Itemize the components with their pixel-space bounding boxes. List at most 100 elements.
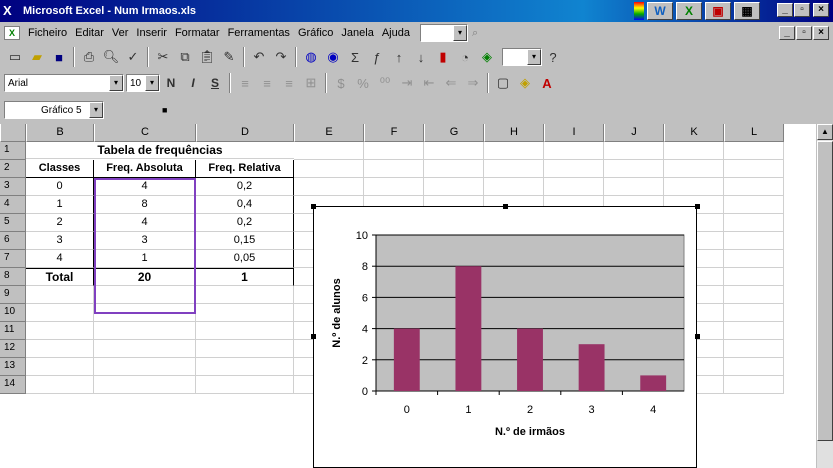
scroll-up-arrow[interactable]: ▲ <box>817 124 833 140</box>
table-cell[interactable]: 4 <box>94 214 196 232</box>
grid-cell[interactable] <box>94 286 196 304</box>
grid-cell[interactable] <box>26 358 94 376</box>
grid-cell[interactable] <box>724 268 784 286</box>
table-cell[interactable]: Total <box>26 268 94 286</box>
grid-cell[interactable] <box>664 160 724 178</box>
grid-cell[interactable] <box>196 286 294 304</box>
row-header[interactable]: 8 <box>0 268 26 286</box>
scroll-thumb[interactable] <box>817 141 833 441</box>
table-cell[interactable]: 3 <box>94 232 196 250</box>
format-painter-icon[interactable]: ✎ <box>218 46 240 68</box>
grid-cell[interactable] <box>26 376 94 394</box>
grid-cell[interactable] <box>196 322 294 340</box>
table-cell[interactable]: 1 <box>94 250 196 268</box>
copy-icon[interactable]: ⧉ <box>174 46 196 68</box>
grid-cell[interactable] <box>484 142 544 160</box>
grid-cell[interactable] <box>664 178 724 196</box>
chart-wizard-icon[interactable]: ▮ <box>432 46 454 68</box>
column-header[interactable]: I <box>544 124 604 142</box>
currency-icon[interactable]: $ <box>330 72 352 94</box>
thousands-icon[interactable]: ⁰⁰ <box>374 72 396 94</box>
menu-janela[interactable]: Janela <box>337 27 377 39</box>
chart-object[interactable]: 0 2 4 6 8 10 0 1 2 3 4 N.º de irmãos N.º de alunos <box>313 206 697 468</box>
bold-button[interactable]: N <box>160 72 182 94</box>
font-size-select[interactable]: 10 ▾ <box>126 74 160 92</box>
select-all-corner[interactable] <box>0 124 26 142</box>
menu-ficheiro[interactable]: Ficheiro <box>24 27 71 39</box>
grid-cell[interactable] <box>364 178 424 196</box>
grid-cell[interactable] <box>724 376 784 394</box>
align-left-icon[interactable]: ≡ <box>234 72 256 94</box>
row-header[interactable]: 13 <box>0 358 26 376</box>
decrease-decimal-icon[interactable]: ⇤ <box>418 72 440 94</box>
grid-cell[interactable] <box>294 142 364 160</box>
table-cell[interactable]: Freq. Relativa <box>196 160 294 178</box>
access-icon[interactable]: ▦ <box>734 2 760 20</box>
search-icon[interactable]: ⌕ <box>472 27 478 40</box>
table-cell[interactable]: 20 <box>94 268 196 286</box>
table-cell[interactable]: 2 <box>26 214 94 232</box>
table-cell[interactable]: 4 <box>94 178 196 196</box>
row-header[interactable]: 6 <box>0 232 26 250</box>
table-cell[interactable]: 3 <box>26 232 94 250</box>
table-cell[interactable]: 0,2 <box>196 214 294 232</box>
grid-cell[interactable] <box>544 178 604 196</box>
resize-handle[interactable] <box>695 334 700 339</box>
table-cell[interactable]: 8 <box>94 196 196 214</box>
paste-icon[interactable]: 📋︎ <box>196 46 218 68</box>
worksheet-grid[interactable]: BCDEFGHIJKL 1 2 3 4 5 6 7 8 9 10 11 12 13 14 Tabela d… <box>0 124 833 468</box>
decrease-indent-icon[interactable]: ⇐ <box>440 72 462 94</box>
table-cell[interactable]: Classes <box>26 160 94 178</box>
grid-cell[interactable] <box>94 322 196 340</box>
resize-handle[interactable] <box>695 204 700 209</box>
table-cell[interactable]: 0,4 <box>196 196 294 214</box>
grid-cell[interactable] <box>724 178 784 196</box>
function-icon[interactable]: ƒ <box>366 46 388 68</box>
vertical-scrollbar[interactable]: ▲ <box>816 124 833 468</box>
bar-chart[interactable]: 0 2 4 6 8 10 0 1 2 3 4 N.º de irmãos N.º de alunos <box>314 207 698 468</box>
sort-descending-icon[interactable]: ↓ <box>410 46 432 68</box>
row-header[interactable]: 3 <box>0 178 26 196</box>
increase-decimal-icon[interactable]: ⇥ <box>396 72 418 94</box>
open-icon[interactable]: ▰ <box>26 46 48 68</box>
row-header[interactable]: 12 <box>0 340 26 358</box>
grid-cell[interactable] <box>26 322 94 340</box>
grid-cell[interactable] <box>196 304 294 322</box>
font-color-icon[interactable]: A <box>536 72 558 94</box>
autosum-icon[interactable]: Σ <box>344 46 366 68</box>
row-header[interactable]: 4 <box>0 196 26 214</box>
column-header[interactable]: L <box>724 124 784 142</box>
row-header[interactable]: 11 <box>0 322 26 340</box>
grid-cell[interactable] <box>94 304 196 322</box>
resize-handle[interactable] <box>311 334 316 339</box>
table-cell[interactable]: 0 <box>26 178 94 196</box>
excel-icon[interactable]: X <box>676 2 702 20</box>
grid-cell[interactable] <box>724 142 784 160</box>
formula-bar-equals-icon[interactable]: ■ <box>162 105 167 115</box>
grid-cell[interactable] <box>604 160 664 178</box>
help-icon[interactable]: ? <box>542 46 564 68</box>
grid-cell[interactable] <box>364 142 424 160</box>
column-header[interactable]: G <box>424 124 484 142</box>
grid-cell[interactable] <box>26 286 94 304</box>
minimize-button[interactable]: _ <box>777 3 793 17</box>
percent-icon[interactable]: % <box>352 72 374 94</box>
grid-cell[interactable] <box>26 304 94 322</box>
font-select[interactable]: Arial ▾ <box>4 74 124 92</box>
column-header[interactable]: C <box>94 124 196 142</box>
maximize-button[interactable]: ▫ <box>794 3 810 17</box>
powerpoint-icon[interactable]: ▣ <box>705 2 731 20</box>
table-cell[interactable]: 0,05 <box>196 250 294 268</box>
grid-cell[interactable] <box>94 340 196 358</box>
grid-cell[interactable] <box>364 160 424 178</box>
column-header[interactable]: J <box>604 124 664 142</box>
borders-icon[interactable]: ▢ <box>492 72 514 94</box>
spelling-icon[interactable]: ✓ <box>122 46 144 68</box>
menu-ajuda[interactable]: Ajuda <box>378 27 414 39</box>
resize-handle[interactable] <box>311 204 316 209</box>
word-icon[interactable]: W <box>647 2 673 20</box>
grid-cell[interactable] <box>196 340 294 358</box>
increase-indent-icon[interactable]: ⇒ <box>462 72 484 94</box>
map-icon[interactable]: ◔ <box>454 46 476 68</box>
grid-cell[interactable] <box>294 178 364 196</box>
